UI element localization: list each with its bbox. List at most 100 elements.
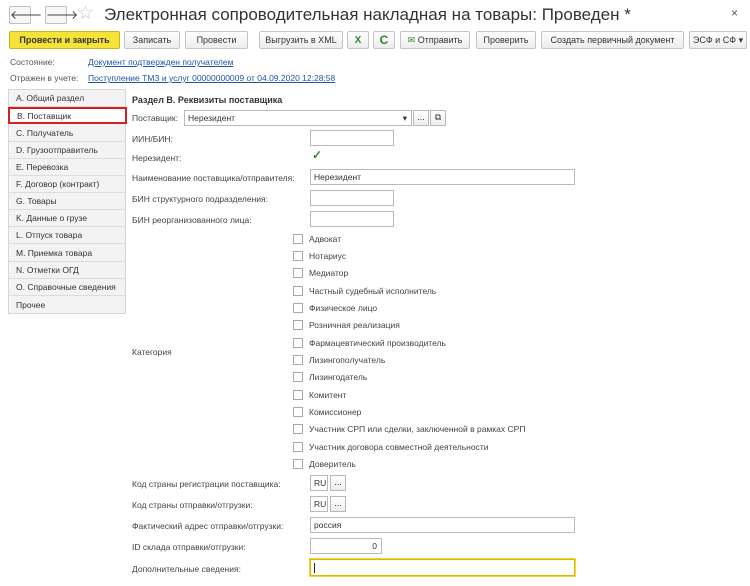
chevron-down-icon: ▾ — [738, 35, 744, 45]
state-link[interactable]: Документ подтвержден получателем — [88, 57, 233, 67]
supplier-open-button[interactable]: ⧉ — [430, 110, 446, 126]
category-label-lawyer: Адвокат — [309, 234, 342, 244]
nav-item-other[interactable]: Прочее — [9, 297, 125, 314]
nonresident-checkbox[interactable]: ✓ — [312, 148, 323, 162]
send-button[interactable]: ✉ Отправить — [400, 31, 470, 49]
section-nav: A. Общий раздел B. Поставщик C. Получате… — [8, 89, 127, 314]
category-label-pharma: Фармацевтический производитель — [309, 338, 446, 348]
iin-label: ИИН/БИН: — [132, 134, 173, 144]
ship-country-field[interactable]: RU — [310, 496, 328, 512]
iin-field[interactable] — [310, 130, 394, 146]
supplier-value: Нерезидент — [188, 113, 236, 123]
esf-label: ЭСФ и СФ — [692, 35, 737, 45]
xml-format-button[interactable]: X — [347, 31, 369, 49]
close-icon[interactable]: × — [731, 6, 738, 20]
extra-info-label: Дополнительные сведения: — [132, 564, 241, 574]
category-checkbox-joint-activity[interactable] — [293, 442, 303, 452]
nonresident-label: Нерезидент: — [132, 153, 182, 163]
category-label-commission-agent: Комиссионер — [309, 407, 362, 417]
post-button[interactable]: Провести — [185, 31, 248, 49]
nav-item-recipient[interactable]: C. Получатель — [9, 125, 125, 142]
open-icon: ⧉ — [434, 112, 442, 122]
bin-struct-field[interactable] — [310, 190, 394, 206]
favorite-star-icon[interactable]: ☆ — [77, 3, 94, 25]
reflected-link[interactable]: Поступление ТМЗ и услуг 00000000009 от 0… — [88, 73, 335, 83]
section-title: Раздел B. Реквизиты поставщика — [132, 95, 283, 105]
nav-item-reference[interactable]: O. Справочные сведения — [9, 279, 125, 296]
supplier-name-field[interactable]: Нерезидент — [310, 169, 575, 185]
state-label: Состояние: — [10, 57, 55, 67]
category-checkbox-mediator[interactable] — [293, 268, 303, 278]
nav-item-acceptance[interactable]: M. Приемка товара — [9, 245, 125, 262]
text-cursor — [314, 563, 315, 573]
bin-struct-label: БИН структурного подразделения: — [132, 194, 268, 204]
nav-item-goods[interactable]: G. Товары — [9, 193, 125, 210]
ship-country-choose-button[interactable]: ... — [330, 496, 346, 512]
category-checkbox-psa-participant[interactable] — [293, 424, 303, 434]
nav-item-supplier[interactable]: B. Поставщик — [8, 107, 127, 124]
esf-menu-button[interactable]: ЭСФ и СФ ▾ — [689, 31, 747, 49]
nav-item-ogd-marks[interactable]: N. Отметки ОГД — [9, 262, 125, 279]
reg-country-field[interactable]: RU — [310, 475, 328, 491]
nav-item-consignor[interactable]: D. Грузоотправитель — [9, 142, 125, 159]
nav-item-transport[interactable]: E. Перевозка — [9, 159, 125, 176]
nav-item-contract[interactable]: F. Договор (контракт) — [9, 176, 125, 193]
nav-item-general[interactable]: A. Общий раздел — [9, 90, 125, 107]
reg-country-choose-button[interactable]: ... — [330, 475, 346, 491]
page-title: Электронная сопроводительная накладная н… — [104, 5, 631, 24]
warehouse-id-field[interactable]: 0 — [310, 538, 382, 554]
supplier-label: Поставщик: — [132, 113, 178, 123]
extra-info-field[interactable] — [310, 559, 575, 576]
warehouse-label: ID склада отправки/отгрузки: — [132, 542, 246, 552]
category-checkbox-lessor[interactable] — [293, 372, 303, 382]
reflected-row: Отражен в учете: Поступление ТМЗ и услуг… — [10, 73, 335, 83]
forward-button[interactable]: 🡒 — [45, 6, 78, 24]
category-label-lessor: Лизингодатель — [309, 372, 368, 382]
supplier-name-label: Наименование поставщика/отправителя: — [132, 173, 295, 183]
category-label-psa-participant: Участник СРП или сделки, заключенной в р… — [309, 424, 526, 434]
category-checkbox-lessee[interactable] — [293, 355, 303, 365]
category-label-bailiff: Частный судебный исполнитель — [309, 286, 437, 296]
bin-reorg-field[interactable] — [310, 211, 394, 227]
category-label-mediator: Медиатор — [309, 268, 349, 278]
warehouse-id-value: 0 — [372, 541, 377, 551]
forward-arrow-icon: 🡒 — [46, 8, 79, 22]
category-checkbox-pharma[interactable] — [293, 338, 303, 348]
nav-item-release[interactable]: L. Отпуск товара — [9, 227, 125, 244]
category-label-lessee: Лизингополучатель — [309, 355, 386, 365]
category-checkbox-lawyer[interactable] — [293, 234, 303, 244]
supplier-select[interactable]: Нерезидент ▾ — [184, 110, 412, 126]
category-checkbox-notary[interactable] — [293, 251, 303, 261]
address-field[interactable]: россия — [310, 517, 575, 533]
category-label-retail: Розничная реализация — [309, 320, 400, 330]
create-primary-document-button[interactable]: Создать первичный документ — [541, 31, 684, 49]
refresh-icon: C — [379, 33, 389, 47]
post-and-close-button[interactable]: Провести и закрыть — [9, 31, 120, 49]
checkmark-icon: ✓ — [312, 148, 323, 162]
category-label-principal: Доверитель — [309, 459, 356, 469]
title-bar: 🡐 🡒 ☆ Электронная сопроводительная накла… — [0, 0, 750, 30]
supplier-choose-button[interactable]: ... — [413, 110, 429, 126]
category-checkbox-retail[interactable] — [293, 320, 303, 330]
send-label: Отправить — [417, 35, 463, 45]
category-checkbox-bailiff[interactable] — [293, 286, 303, 296]
category-checkbox-consignor[interactable] — [293, 390, 303, 400]
nav-item-cargo[interactable]: K. Данные о грузе — [9, 210, 125, 227]
toolbar: Провести и закрыть Записать Провести Выг… — [0, 31, 750, 53]
category-checkbox-commission-agent[interactable] — [293, 407, 303, 417]
back-button[interactable]: 🡐 — [9, 6, 42, 24]
save-button[interactable]: Записать — [124, 31, 180, 49]
state-row: Состояние: Документ подтвержден получате… — [10, 57, 233, 67]
address-label: Фактический адрес отправки/отгрузки: — [132, 521, 284, 531]
check-button[interactable]: Проверить — [476, 31, 536, 49]
xml-icon: X — [354, 35, 362, 46]
export-xml-button[interactable]: Выгрузить в XML — [259, 31, 343, 49]
category-label-consignor: Комитент — [309, 390, 347, 400]
category-label-joint-activity: Участник договора совместной деятельност… — [309, 442, 489, 452]
back-arrow-icon: 🡐 — [10, 8, 43, 22]
category-checkbox-principal[interactable] — [293, 459, 303, 469]
refresh-button[interactable]: C — [373, 31, 395, 49]
chevron-down-icon[interactable]: ▾ — [403, 111, 407, 125]
category-checkbox-individual[interactable] — [293, 303, 303, 313]
envelope-icon: ✉ — [407, 35, 416, 45]
